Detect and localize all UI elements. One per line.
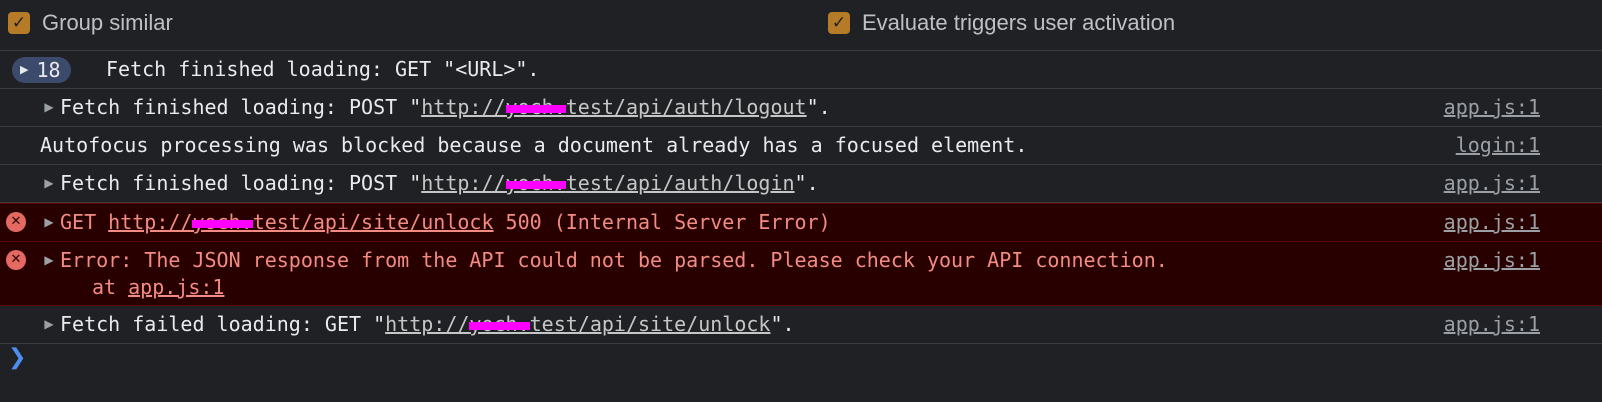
source-link[interactable]: app.js:1 xyxy=(1444,165,1540,202)
console-message-row: Autofocus processing was blocked because… xyxy=(0,127,1602,165)
redacted-host: yoch. xyxy=(505,171,566,195)
console-message-text: Error: The JSON response from the API co… xyxy=(60,248,1168,272)
request-url-link[interactable]: http://yoch.test/api/site/unlock xyxy=(385,312,770,336)
console-message-text: GET http://yoch.test/api/site/unlock 500… xyxy=(60,210,831,234)
source-link[interactable]: app.js:1 xyxy=(1444,204,1540,241)
console-message-text: Autofocus processing was blocked because… xyxy=(40,133,1028,157)
evaluate-triggers-option[interactable]: ✓ Evaluate triggers user activation xyxy=(828,10,1175,36)
console-error-row: ✕ ▶ Error: The JSON response from the AP… xyxy=(0,242,1602,306)
expand-triangle-icon[interactable]: ▶ xyxy=(40,306,58,343)
console-message-row: ▶ Fetch finished loading: POST "http://y… xyxy=(0,89,1602,127)
group-count: 18 xyxy=(36,58,61,82)
group-similar-label: Group similar xyxy=(42,10,173,35)
expand-triangle-icon: ▶ xyxy=(20,63,29,76)
console-message-row: ▶ Fetch finished loading: POST "http://y… xyxy=(0,165,1602,203)
expand-triangle-icon[interactable]: ▶ xyxy=(40,89,58,126)
group-count-badge[interactable]: ▶ 18 xyxy=(12,57,71,83)
source-link[interactable]: login:1 xyxy=(1456,127,1540,164)
console-prompt-icon[interactable]: ❯ xyxy=(8,345,26,370)
evaluate-triggers-label: Evaluate triggers user activation xyxy=(862,10,1176,35)
redacted-host: yoch. xyxy=(505,95,566,119)
error-icon: ✕ xyxy=(6,212,26,232)
console-error-row: ✕ ▶ GET http://yoch.test/api/site/unlock… xyxy=(0,203,1602,242)
request-url-link[interactable]: http://yoch.test/api/auth/logout xyxy=(421,95,806,119)
source-link[interactable]: app.js:1 xyxy=(1444,306,1540,343)
redacted-host: yoch. xyxy=(192,210,253,234)
console-message-row: ▶ Fetch failed loading: GET "http://yoch… xyxy=(0,306,1602,344)
expand-triangle-icon[interactable]: ▶ xyxy=(40,242,58,279)
group-message: Fetch finished loading: GET "<URL>". xyxy=(106,57,540,81)
stack-trace-line: at app.js:1 xyxy=(92,275,225,299)
group-similar-checkbox[interactable]: ✓ xyxy=(8,12,30,34)
evaluate-triggers-checkbox[interactable]: ✓ xyxy=(828,12,850,34)
console-message-text: Fetch failed loading: GET "http://yoch.t… xyxy=(60,312,795,336)
source-link[interactable]: app.js:1 xyxy=(1444,242,1540,279)
console-message-text: Fetch finished loading: POST "http://yoc… xyxy=(60,171,819,195)
group-similar-option[interactable]: ✓ Group similar xyxy=(8,10,173,36)
redacted-host: yoch. xyxy=(469,312,530,336)
source-link[interactable]: app.js:1 xyxy=(1444,89,1540,126)
expand-triangle-icon[interactable]: ▶ xyxy=(40,165,58,202)
expand-triangle-icon[interactable]: ▶ xyxy=(40,204,58,241)
request-url-link[interactable]: http://yoch.test/api/site/unlock xyxy=(108,210,493,234)
stack-trace-link[interactable]: app.js:1 xyxy=(128,275,224,299)
console-settings-bar: ✓ Group similar ✓ Evaluate triggers user… xyxy=(0,0,1602,51)
console-message-text: Fetch finished loading: POST "http://yoc… xyxy=(60,95,831,119)
request-url-link[interactable]: http://yoch.test/api/auth/login xyxy=(421,171,794,195)
console-group-row[interactable]: ▶ 18 Fetch finished loading: GET "<URL>"… xyxy=(0,51,1602,89)
error-icon: ✕ xyxy=(6,250,26,270)
